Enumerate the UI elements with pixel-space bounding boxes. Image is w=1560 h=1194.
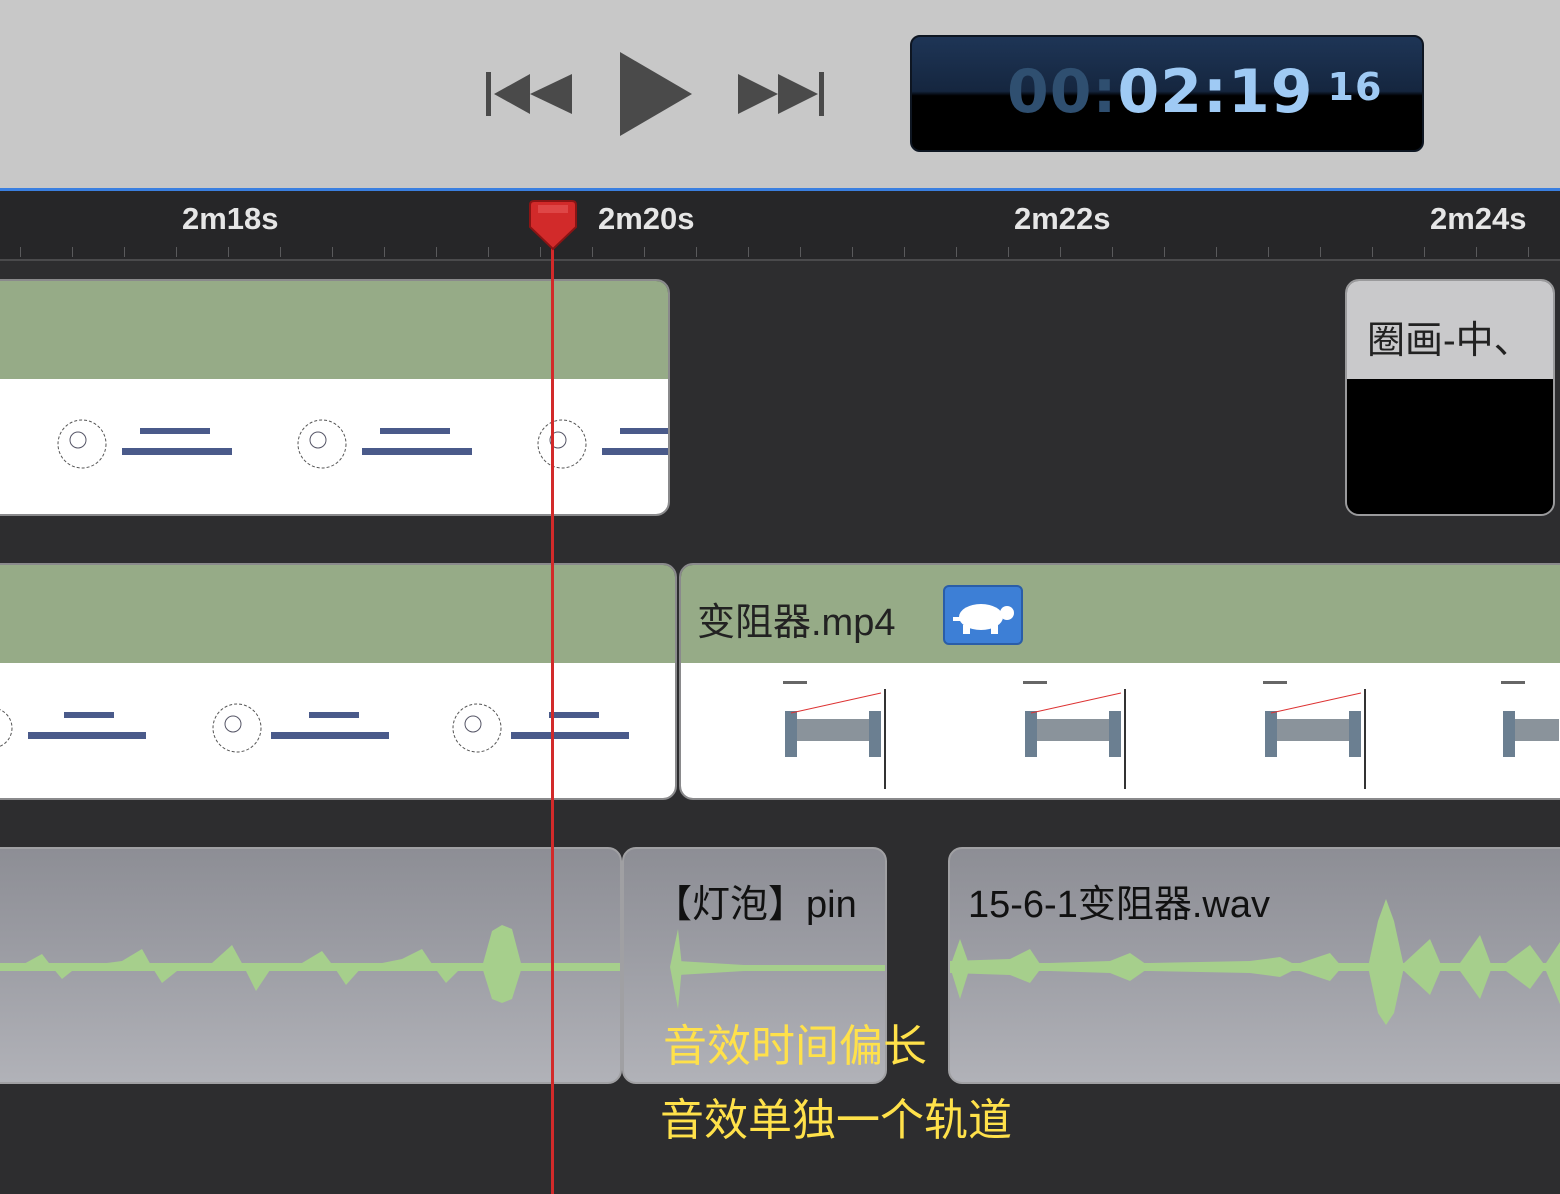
ruler-minor-tick [904, 247, 905, 257]
ruler-minor-tick [332, 247, 333, 257]
clip-thumbnails [0, 663, 675, 798]
speed-badge[interactable] [943, 585, 1023, 645]
ruler-minor-tick [1008, 247, 1009, 257]
clip-thumbnails [1347, 379, 1553, 514]
ruler-minor-tick [748, 247, 749, 257]
clip-header [0, 565, 675, 663]
clip-title: 变阻器.mp4 [697, 602, 896, 644]
ruler-minor-tick [124, 247, 125, 257]
video-clip-track2-right[interactable]: 变阻器.mp4 [679, 563, 1560, 800]
ruler-minor-tick [1112, 247, 1113, 257]
ruler-minor-tick [228, 247, 229, 257]
clip-header [0, 281, 668, 379]
time-ruler[interactable]: 2m18s 2m20s 2m22s 2m24s [0, 191, 1560, 261]
ruler-minor-tick [1424, 247, 1425, 257]
thumbnail [292, 414, 492, 478]
ruler-minor-tick [176, 247, 177, 257]
playhead-handle[interactable] [528, 199, 578, 251]
ruler-minor-tick [1164, 247, 1165, 257]
ruler-minor-tick [436, 247, 437, 257]
annotation-line-2: 音效单独一个轨道 [660, 1095, 1012, 1146]
fast-forward-button[interactable] [738, 70, 826, 118]
ruler-minor-tick [280, 247, 281, 257]
waveform [0, 925, 620, 1003]
waveform [950, 899, 1560, 1025]
fast-forward-icon [738, 72, 824, 116]
ruler-minor-tick [956, 247, 957, 257]
ruler-minor-tick [488, 247, 489, 257]
ruler-minor-tick [1320, 247, 1321, 257]
timecode-frames: 16 [1327, 65, 1383, 109]
timecode-main: 02:19 [1117, 57, 1314, 127]
video-clip-track1-left[interactable] [0, 279, 670, 516]
thumbnail [52, 414, 252, 478]
ruler-minor-tick [696, 247, 697, 257]
ruler-tick: 2m24s [1430, 201, 1527, 236]
thumbnail [781, 671, 891, 793]
ruler-minor-tick [384, 247, 385, 257]
ruler-minor-tick [1060, 247, 1061, 257]
ruler-minor-tick [1528, 247, 1529, 257]
rewind-button[interactable] [486, 70, 574, 118]
ruler-minor-tick [644, 247, 645, 257]
clip-thumbnails [681, 663, 1560, 798]
ruler-minor-tick [852, 247, 853, 257]
video-clip-track2-left[interactable] [0, 563, 677, 800]
thumbnail [1499, 671, 1559, 793]
timecode-hours: 00: [1007, 57, 1118, 127]
annotation-line-1: 音效时间偏长 [663, 1021, 927, 1072]
ruler-tick: 2m22s [1014, 201, 1111, 236]
thumbnail [1021, 671, 1131, 793]
clip-title: 圈画-中、 [1367, 320, 1532, 362]
ruler-minor-tick [1476, 247, 1477, 257]
play-button[interactable] [620, 52, 692, 136]
ruler-tick: 2m18s [182, 201, 279, 236]
ruler-minor-tick [1268, 247, 1269, 257]
ruler-minor-tick [592, 247, 593, 257]
ruler-minor-tick [1216, 247, 1217, 257]
audio-clip-main[interactable] [0, 847, 622, 1084]
timecode-display: 00:02:19 16 [910, 35, 1424, 152]
audio-clip-wav[interactable]: 15-6-1变阻器.wav [948, 847, 1560, 1084]
playhead-line [551, 232, 554, 1194]
video-clip-track1-right[interactable]: 圈画-中、 [1345, 279, 1555, 516]
thumbnail [0, 698, 162, 762]
ruler-minor-tick [20, 247, 21, 257]
ruler-tick: 2m20s [598, 201, 695, 236]
thumbnail [207, 698, 407, 762]
play-icon [620, 52, 692, 136]
thumbnail [1261, 671, 1371, 793]
thumbnail [447, 698, 647, 762]
ruler-minor-tick [1372, 247, 1373, 257]
ruler-minor-tick [72, 247, 73, 257]
rewind-icon [486, 72, 572, 116]
turtle-icon [953, 604, 1014, 634]
clip-thumbnails [0, 379, 668, 514]
ruler-minor-tick [800, 247, 801, 257]
transport-toolbar: 00:02:19 16 [0, 0, 1560, 191]
playhead-marker-icon [529, 200, 577, 251]
